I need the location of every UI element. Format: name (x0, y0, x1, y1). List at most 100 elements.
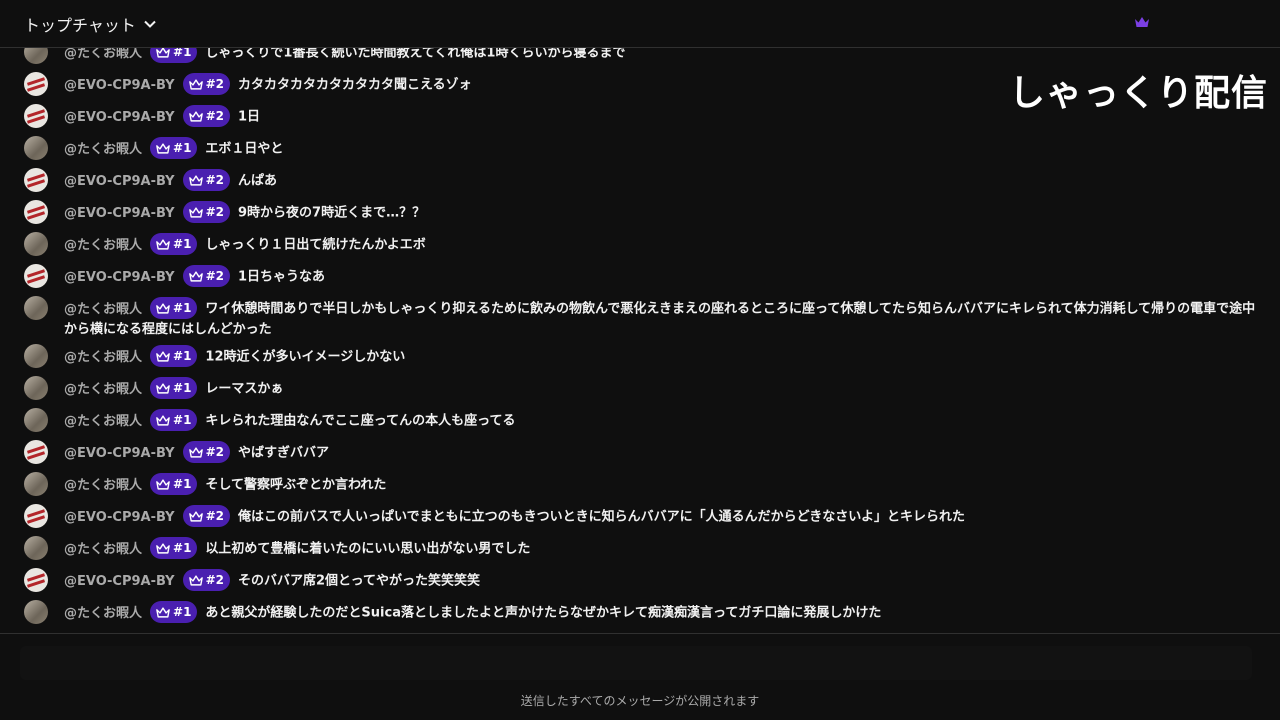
avatar[interactable] (24, 48, 48, 64)
chat-message[interactable]: @EVO-CP9A-BY #2 俺はこの前バスで人いっぱいでまともに立つのもきついと… (0, 500, 1280, 532)
chat-messages: @たくお暇人 #1 しゃっくりで1番長く続いた時間教えてくれ俺は1時くらいから寝るま… (0, 48, 1280, 628)
membership-badge: #2 (182, 569, 230, 591)
avatar[interactable] (24, 376, 48, 400)
crown-icon (156, 478, 170, 490)
author-name[interactable]: @たくお暇人 (64, 142, 142, 157)
avatar[interactable] (24, 72, 48, 96)
chat-message[interactable]: @EVO-CP9A-BY #2 9時から夜の7時近くまで…？？ (0, 196, 1280, 228)
crown-icon (156, 350, 170, 362)
chat-input-area[interactable] (20, 646, 1252, 680)
chat-message[interactable]: @EVO-CP9A-BY #2 そのババア席2個とってやがった笑笑笑笑 (0, 564, 1280, 596)
author-name[interactable]: @EVO-CP9A-BY (64, 78, 175, 93)
badge-rank: #1 (173, 541, 192, 555)
crown-icon[interactable] (1134, 16, 1150, 28)
crown-icon (156, 142, 170, 154)
crown-icon (188, 446, 203, 458)
badge-rank: #2 (205, 173, 224, 187)
badge-rank: #2 (205, 205, 224, 219)
badge-rank: #1 (173, 141, 192, 155)
chat-message[interactable]: @たくお暇人 #1 エボ１日やと (0, 132, 1280, 164)
avatar[interactable] (24, 536, 48, 560)
avatar[interactable] (24, 440, 48, 464)
author-name[interactable]: @たくお暇人 (64, 542, 142, 557)
message-text: レーマスかぁ (205, 381, 284, 397)
author-name[interactable]: @たくお暇人 (64, 350, 142, 365)
message-line: @たくお暇人 #1 しゃっくり１日出て続けたんかよエボ (64, 233, 1260, 256)
avatar[interactable] (24, 296, 48, 320)
chat-message[interactable]: @たくお暇人 #1 以上初めて豊橋に着いたのにいい思い出がない男でした (0, 532, 1280, 564)
membership-badge: #1 (150, 48, 198, 63)
avatar[interactable] (24, 168, 48, 192)
membership-badge: #2 (182, 105, 230, 127)
avatar[interactable] (24, 408, 48, 432)
message-text: しゃっくりで1番長く続いた時間教えてくれ俺は1時くらいから寝るまで (205, 48, 626, 61)
message-text: 1日ちゃうなあ (238, 269, 326, 285)
crown-icon (156, 414, 170, 426)
crown-icon (188, 510, 203, 522)
public-notice: 送信したすべてのメッセージが公開されます (520, 694, 760, 708)
message-text: そして警察呼ぶぞとか言われた (205, 477, 387, 493)
crown-icon (188, 78, 203, 90)
chat-message[interactable]: @EVO-CP9A-BY #2 んぱあ (0, 164, 1280, 196)
author-name[interactable]: @EVO-CP9A-BY (64, 206, 175, 221)
chat-message-list[interactable]: @たくお暇人 #1 しゃっくりで1番長く続いた時間教えてくれ俺は1時くらいから寝るま… (0, 48, 1280, 633)
chat-mode-dropdown[interactable]: トップチャット (24, 12, 158, 36)
avatar[interactable] (24, 344, 48, 368)
crown-icon (156, 48, 170, 58)
avatar[interactable] (24, 200, 48, 224)
author-name[interactable]: @EVO-CP9A-BY (64, 270, 175, 285)
message-line: @たくお暇人 #1 12時近くが多いイメージしかない (64, 345, 1260, 368)
avatar[interactable] (24, 600, 48, 624)
chat-message[interactable]: @たくお暇人 #1 ワイ休憩時間ありで半日しかもしゃっくり抑えるために飲みの物飲んで… (0, 292, 1280, 340)
chat-message[interactable]: @EVO-CP9A-BY #2 1日ちゃうなあ (0, 260, 1280, 292)
chat-message[interactable]: @たくお暇人 #1 12時近くが多いイメージしかない (0, 340, 1280, 372)
message-text: 1日 (238, 109, 261, 125)
crown-icon (188, 174, 203, 186)
badge-rank: #1 (173, 413, 192, 427)
author-name[interactable]: @EVO-CP9A-BY (64, 110, 175, 125)
membership-badge: #2 (182, 265, 230, 287)
avatar[interactable] (24, 136, 48, 160)
crown-icon (156, 606, 170, 618)
avatar[interactable] (24, 264, 48, 288)
message-text: エボ１日やと (205, 141, 284, 157)
author-name[interactable]: @たくお暇人 (64, 478, 142, 493)
membership-badge: #2 (182, 169, 230, 191)
badge-rank: #2 (205, 509, 224, 523)
message-text: ワイ休憩時間ありで半日しかもしゃっくり抑えるために飲みの物飲んで悪化えきまえの座… (64, 301, 1256, 338)
chat-message[interactable]: @たくお暇人 #1 レーマスかぁ (0, 372, 1280, 404)
badge-rank: #1 (173, 349, 192, 363)
membership-badge: #1 (150, 345, 198, 367)
author-name[interactable]: @EVO-CP9A-BY (64, 574, 175, 589)
membership-badge: #1 (150, 473, 198, 495)
message-text: 以上初めて豊橋に着いたのにいい思い出がない男でした (205, 541, 531, 557)
author-name[interactable]: @たくお暇人 (64, 302, 142, 317)
author-name[interactable]: @たくお暇人 (64, 238, 142, 253)
chat-message[interactable]: @たくお暇人 #1 そして警察呼ぶぞとか言われた (0, 468, 1280, 500)
chat-message[interactable]: @たくお暇人 #1 しゃっくり１日出て続けたんかよエボ (0, 228, 1280, 260)
author-name[interactable]: @たくお暇人 (64, 382, 142, 397)
message-line: @たくお暇人 #1 あと親父が経験したのだとSuica落としましたよと声かけたらなぜ… (64, 601, 1260, 624)
message-line: @たくお暇人 #1 エボ１日やと (64, 137, 1260, 160)
avatar[interactable] (24, 104, 48, 128)
author-name[interactable]: @たくお暇人 (64, 48, 142, 61)
avatar[interactable] (24, 568, 48, 592)
author-name[interactable]: @EVO-CP9A-BY (64, 510, 175, 525)
avatar[interactable] (24, 472, 48, 496)
message-text: 9時から夜の7時近くまで…？？ (238, 205, 426, 221)
badge-rank: #2 (205, 269, 224, 283)
chat-message[interactable]: @たくお暇人 #1 あと親父が経験したのだとSuica落としましたよと声かけたらなぜ… (0, 596, 1280, 628)
message-line: @EVO-CP9A-BY #2 やばすぎババア (64, 441, 1260, 464)
chat-message[interactable]: @EVO-CP9A-BY #2 やばすぎババア (0, 436, 1280, 468)
author-name[interactable]: @EVO-CP9A-BY (64, 446, 175, 461)
avatar[interactable] (24, 232, 48, 256)
author-name[interactable]: @EVO-CP9A-BY (64, 174, 175, 189)
badge-rank: #1 (173, 477, 192, 491)
badge-rank: #2 (205, 445, 224, 459)
author-name[interactable]: @たくお暇人 (64, 414, 142, 429)
chat-message[interactable]: @たくお暇人 #1 キレられた理由なんでここ座ってんの本人も座ってる (0, 404, 1280, 436)
membership-badge: #1 (150, 601, 198, 623)
author-name[interactable]: @たくお暇人 (64, 606, 142, 621)
avatar[interactable] (24, 504, 48, 528)
badge-rank: #1 (173, 237, 192, 251)
